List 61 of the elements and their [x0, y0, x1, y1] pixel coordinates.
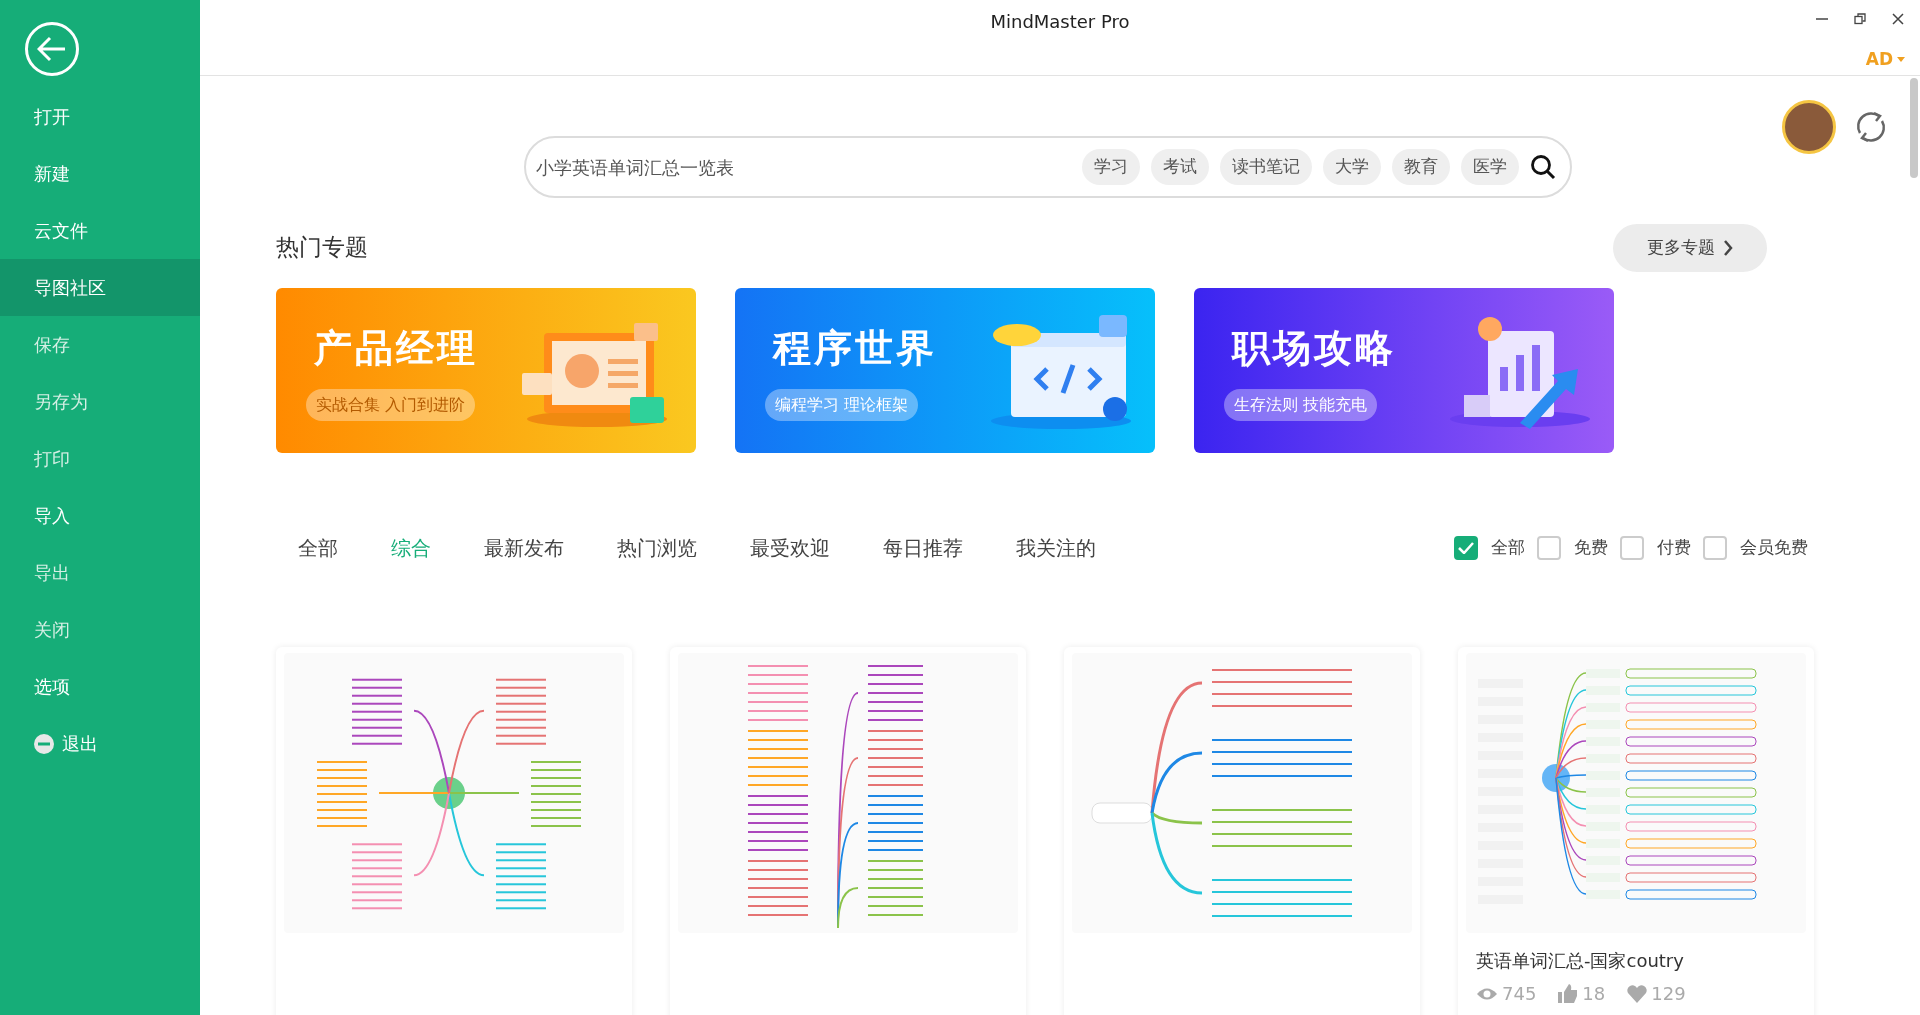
- filter-tab[interactable]: 每日推荐: [861, 529, 985, 567]
- search-tag[interactable]: 医学: [1461, 149, 1519, 185]
- view-count: 745: [1502, 982, 1537, 1006]
- banner-subtitle: 编程学习 理论框架: [765, 389, 919, 421]
- like-count: 18: [1582, 982, 1606, 1006]
- section-title: 热门专题: [276, 234, 368, 262]
- search-tag[interactable]: 大学: [1323, 149, 1381, 185]
- filter-tab[interactable]: 热门浏览: [595, 529, 719, 567]
- mind-map-thumbnail[interactable]: [284, 653, 624, 933]
- search-field[interactable]: 小学英语单词汇总一览表 学习 考试 读书笔记 大学 教育 医学: [524, 136, 1572, 198]
- sidebar-item[interactable]: 导图社区: [0, 259, 200, 316]
- search-tag[interactable]: 读书笔记: [1220, 149, 1312, 185]
- restore-icon: [1854, 12, 1866, 25]
- banner-subtitle: 生存法则 技能充电: [1224, 389, 1378, 421]
- checkbox[interactable]: [1620, 536, 1644, 560]
- checkbox-label: 免费: [1574, 536, 1608, 560]
- more-topics-button[interactable]: 更多专题: [1613, 224, 1767, 272]
- window-title: MindMaster Pro: [990, 10, 1130, 34]
- filter-tab[interactable]: 全部: [276, 529, 360, 567]
- eye-icon: [1476, 986, 1498, 1001]
- checkbox-label: 会员免费: [1740, 536, 1808, 560]
- template-card[interactable]: [1064, 647, 1420, 1015]
- search-tag[interactable]: 学习: [1082, 149, 1140, 185]
- favorite-count: 129: [1651, 982, 1686, 1006]
- search-icon: [1530, 154, 1556, 180]
- minimize-icon: [1816, 17, 1828, 20]
- checkbox-label: 付费: [1657, 536, 1691, 560]
- topic-banner[interactable]: 程序世界 编程学习 理论框架: [735, 288, 1155, 453]
- checkbox[interactable]: [1537, 536, 1561, 560]
- banner-subtitle: 实战合集 入门到进阶: [306, 389, 476, 421]
- mind-map-thumbnail[interactable]: [678, 653, 1018, 933]
- checkbox-label: 全部: [1491, 536, 1525, 560]
- card-title: 英语单词汇总-国家coutry: [1476, 949, 1685, 973]
- topic-banner[interactable]: 职场攻略 生存法则 技能充电: [1194, 288, 1614, 453]
- back-button[interactable]: [25, 22, 79, 76]
- template-card[interactable]: [276, 647, 632, 1015]
- caret-icon: [1897, 57, 1905, 63]
- filter-tab[interactable]: 我关注的: [994, 529, 1118, 567]
- thumbs-up-icon: [1558, 984, 1579, 1003]
- banner-title: 产品经理: [314, 325, 478, 372]
- mind-map-thumbnail[interactable]: [1072, 653, 1412, 933]
- template-card[interactable]: [670, 647, 1026, 1015]
- close-icon: [1892, 12, 1904, 25]
- search-button[interactable]: [1530, 154, 1556, 180]
- arrow-left-icon: [37, 36, 67, 62]
- search-tag[interactable]: 教育: [1392, 149, 1450, 185]
- heart-icon: [1627, 984, 1648, 1003]
- template-card[interactable]: 英语单词汇总-国家coutry 745 18 129: [1458, 647, 1814, 1015]
- mind-map-thumbnail[interactable]: [1466, 653, 1806, 933]
- search-tag[interactable]: 考试: [1151, 149, 1209, 185]
- scrollbar-thumb[interactable]: [1910, 78, 1918, 178]
- banner-title: 职场攻略: [1232, 325, 1396, 372]
- checkbox[interactable]: [1454, 536, 1478, 560]
- banner-title: 程序世界: [773, 325, 937, 372]
- checkmark-icon: [1458, 542, 1474, 554]
- filter-tab[interactable]: 最新发布: [462, 529, 586, 567]
- chevron-right-icon: [1723, 240, 1733, 256]
- checkbox[interactable]: [1703, 536, 1727, 560]
- user-avatar[interactable]: [1782, 100, 1836, 154]
- minus-circle-icon: [34, 733, 54, 754]
- filter-tab[interactable]: 最受欢迎: [728, 529, 852, 567]
